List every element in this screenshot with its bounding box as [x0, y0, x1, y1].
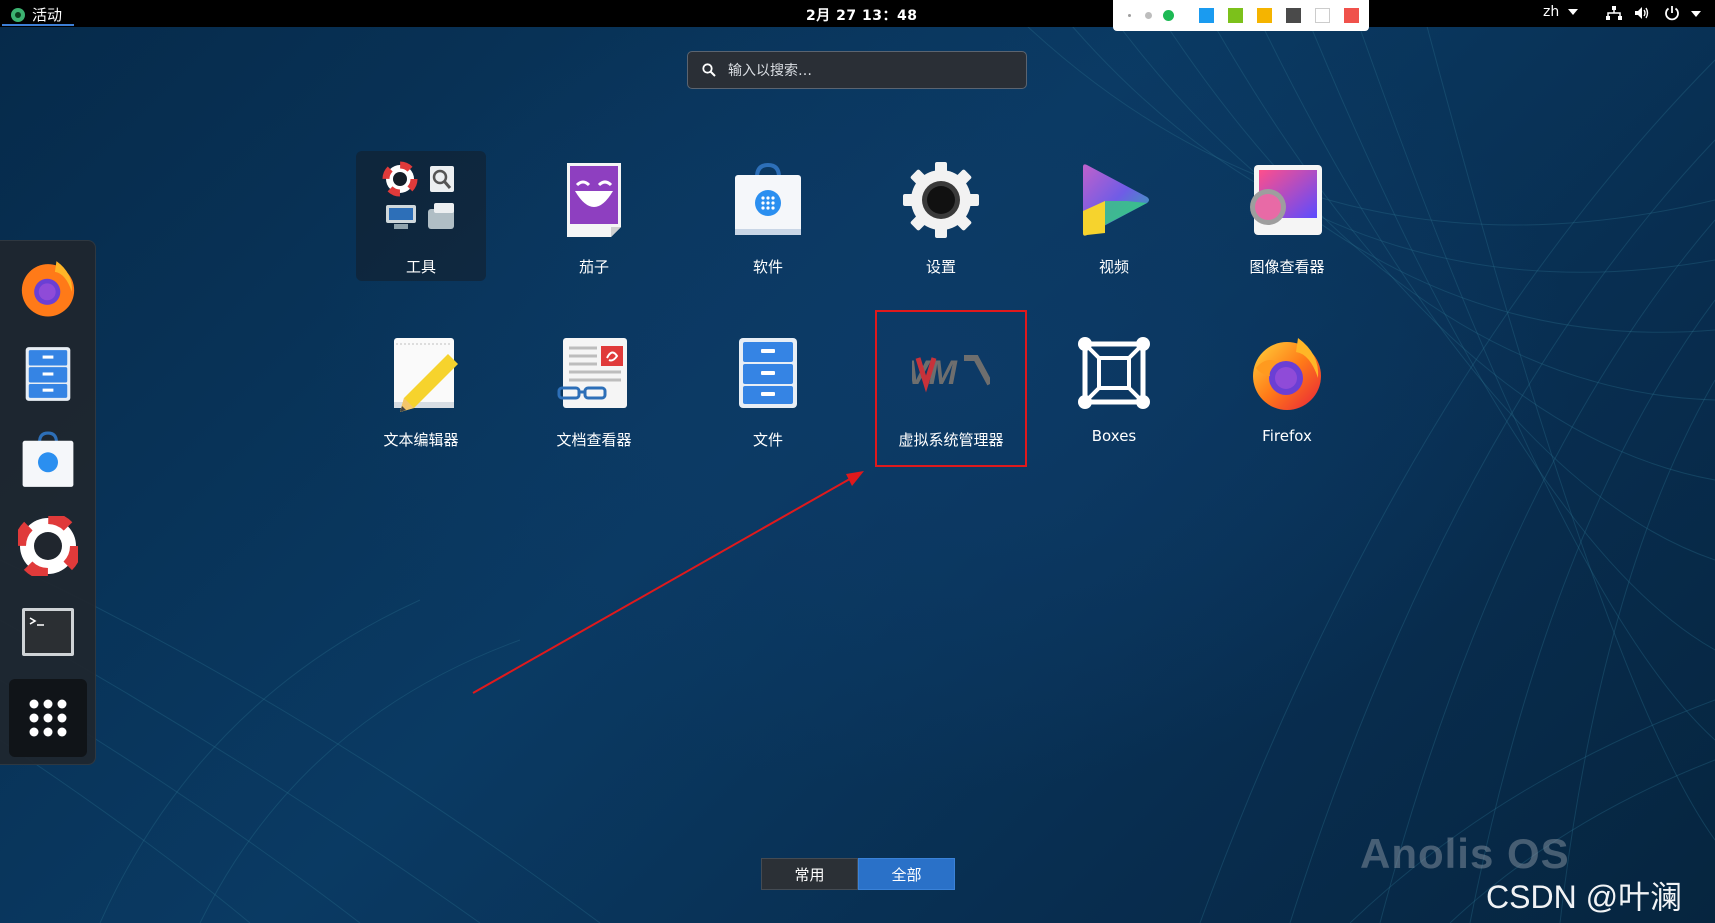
- document-viewer-icon: [557, 338, 627, 408]
- palette-dot-green[interactable]: [1163, 10, 1174, 21]
- csdn-watermark: CSDN @叶澜: [1486, 879, 1683, 915]
- show-apps-icon: [29, 699, 67, 737]
- language-indicator[interactable]: zh: [1543, 4, 1579, 20]
- activities-button[interactable]: 活动: [10, 4, 62, 25]
- app-label: 工具: [405, 258, 436, 276]
- app-document-viewer[interactable]: 文档查看器: [529, 324, 659, 454]
- swatch-yellow[interactable]: [1257, 8, 1272, 23]
- firefox-icon: [1253, 338, 1321, 410]
- all-apps-button[interactable]: 全部: [858, 858, 955, 890]
- software-icon: [22, 431, 74, 487]
- frequent-apps-button[interactable]: 常用: [761, 858, 858, 890]
- language-label: zh: [1543, 4, 1560, 20]
- dock-files[interactable]: [9, 335, 87, 413]
- anolis-logo-icon: [11, 7, 25, 22]
- utilities-folder-icon: [382, 161, 454, 229]
- power-icon: [1665, 6, 1679, 21]
- app-software[interactable]: 软件: [703, 151, 833, 281]
- show-apps-button[interactable]: [9, 679, 87, 757]
- power-menu[interactable]: [1664, 5, 1702, 25]
- image-viewer-icon: [1250, 165, 1322, 235]
- files-icon: [739, 338, 797, 408]
- app-label: 图像查看器: [1249, 258, 1325, 276]
- dock-help[interactable]: [9, 507, 87, 585]
- app-cheese[interactable]: 茄子: [529, 151, 659, 281]
- app-label: 文件: [752, 431, 783, 449]
- app-firefox[interactable]: Firefox: [1222, 324, 1352, 454]
- app-utilities-folder[interactable]: 工具: [356, 151, 486, 281]
- terminal-icon: [22, 608, 74, 656]
- search-input[interactable]: [726, 59, 1020, 83]
- app-label: 茄子: [578, 258, 609, 276]
- dash-dock: [0, 240, 96, 765]
- swatch-green[interactable]: [1228, 8, 1243, 23]
- app-label: Firefox: [1262, 427, 1312, 445]
- search-box[interactable]: [687, 51, 1027, 89]
- help-icon: [18, 516, 78, 576]
- top-bar: 活动 2月 27 13：48 zh: [0, 0, 1715, 31]
- chevron-down-icon: [1567, 9, 1578, 15]
- swatch-dark[interactable]: [1286, 8, 1301, 23]
- app-label: 文档查看器: [556, 431, 632, 449]
- activities-indicator: [2, 24, 74, 26]
- app-label: 视频: [1098, 258, 1129, 276]
- firefox-icon: [21, 261, 75, 317]
- app-label: 文本编辑器: [383, 431, 459, 449]
- swatch-red[interactable]: [1344, 8, 1359, 23]
- highlight-box: [875, 310, 1027, 467]
- color-palette-toolbar: [1113, 0, 1369, 31]
- settings-gear-icon: [903, 162, 979, 238]
- clock[interactable]: 2月 27 13：48: [806, 5, 917, 25]
- network-icon[interactable]: [1606, 6, 1622, 24]
- app-label: 设置: [925, 258, 956, 276]
- volume-icon[interactable]: [1634, 6, 1651, 24]
- app-image-viewer[interactable]: 图像查看器: [1222, 151, 1352, 281]
- dock-firefox[interactable]: [9, 249, 87, 327]
- app-boxes[interactable]: Boxes: [1049, 324, 1179, 454]
- boxes-icon: [1078, 337, 1150, 409]
- app-label: Boxes: [1091, 427, 1137, 445]
- search-icon: [702, 63, 716, 77]
- dock-software[interactable]: [9, 421, 87, 499]
- app-text-editor[interactable]: 文本编辑器: [356, 324, 486, 454]
- app-view-switcher: 常用 全部: [761, 858, 955, 890]
- cheese-icon: [567, 163, 621, 237]
- software-icon: [735, 162, 801, 235]
- wallpaper-lines: [0, 0, 1715, 923]
- activities-label: 活动: [32, 6, 63, 24]
- app-label: 软件: [752, 258, 783, 276]
- text-editor-icon: [394, 338, 458, 412]
- app-files[interactable]: 文件: [703, 324, 833, 454]
- chevron-down-icon: [1691, 11, 1702, 17]
- dock-terminal[interactable]: [9, 593, 87, 671]
- palette-dot-medium[interactable]: [1145, 12, 1152, 19]
- palette-dot-small[interactable]: [1128, 14, 1131, 17]
- app-videos[interactable]: 视频: [1049, 151, 1179, 281]
- swatch-blue[interactable]: [1199, 8, 1214, 23]
- app-settings[interactable]: 设置: [876, 151, 1006, 281]
- os-watermark: Anolis OS: [1360, 830, 1570, 877]
- swatch-white[interactable]: [1315, 8, 1330, 23]
- videos-icon: [1083, 164, 1149, 236]
- files-icon: [25, 347, 71, 401]
